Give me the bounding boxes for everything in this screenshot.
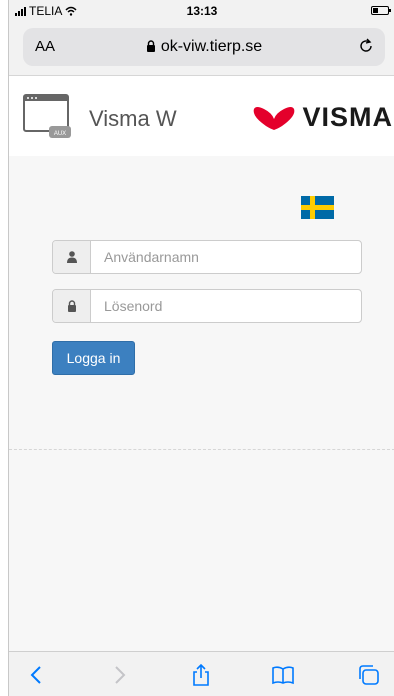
username-input[interactable]: [91, 241, 361, 273]
visma-heart-icon: [254, 106, 295, 130]
swedish-flag-icon[interactable]: [301, 196, 334, 219]
app-window-icon: AUX: [23, 94, 71, 138]
status-time: 13:13: [186, 4, 218, 18]
tabs-icon[interactable]: [357, 664, 381, 686]
back-icon[interactable]: [25, 664, 49, 686]
url-text: ok-viw.tierp.se: [160, 38, 263, 55]
password-addon: [53, 290, 91, 322]
user-icon: [67, 251, 77, 263]
visma-logo: VISMA: [252, 102, 393, 133]
content-divider: [9, 449, 394, 450]
login-button[interactable]: Logga in: [52, 341, 135, 375]
visma-brand-text: VISMA: [302, 102, 393, 132]
password-input[interactable]: [91, 290, 361, 322]
address-bar[interactable]: AA ok-viw.tierp.se: [23, 28, 385, 66]
browser-toolbar: [9, 651, 394, 696]
site-header: AUX Visma W VISMA: [9, 76, 394, 156]
app-icon-label: AUX: [54, 131, 66, 137]
lock-icon: [68, 300, 76, 312]
username-addon: [53, 241, 91, 273]
status-bar: TELIA 13:13: [9, 0, 394, 22]
browser-frame: TELIA 13:13 AA ok-viw.tierp.se AUX Visma…: [8, 0, 394, 696]
bookmarks-icon[interactable]: [271, 664, 295, 686]
address-bar-container: AA ok-viw.tierp.se: [9, 22, 394, 76]
share-icon[interactable]: [189, 664, 213, 686]
app-title: Visma W: [89, 106, 177, 131]
url-display[interactable]: ok-viw.tierp.se: [23, 38, 385, 56]
forward-icon[interactable]: [107, 664, 131, 686]
username-field: [52, 240, 362, 274]
password-field: [52, 289, 362, 323]
battery-icon: [371, 6, 391, 15]
lock-icon: [146, 40, 155, 52]
reload-icon[interactable]: [357, 37, 375, 55]
